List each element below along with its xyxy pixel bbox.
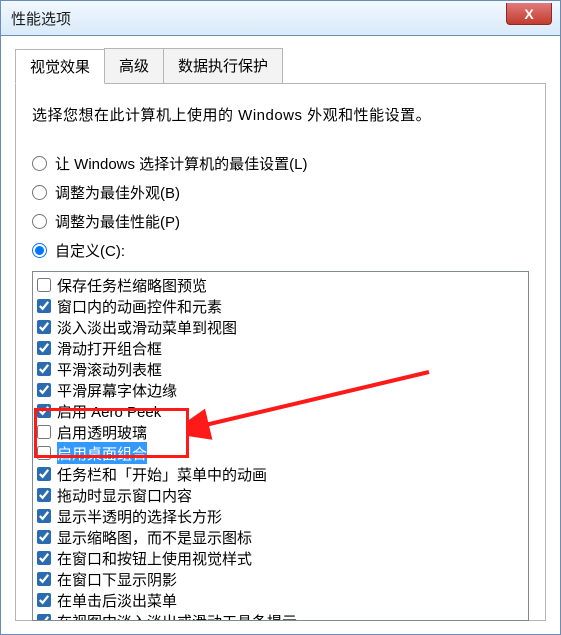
list-checkbox[interactable]	[37, 383, 51, 397]
list-item-label: 任务栏和「开始」菜单中的动画	[57, 463, 267, 485]
list-item[interactable]: 窗口内的动画控件和元素	[37, 295, 526, 316]
list-item[interactable]: 显示半透明的选择长方形	[37, 505, 526, 526]
list-item[interactable]: 淡入淡出或滑动菜单到视图	[37, 316, 526, 337]
titlebar: 性能选项 X	[0, 0, 561, 36]
list-checkbox[interactable]	[37, 446, 51, 460]
list-checkbox[interactable]	[37, 551, 51, 565]
client-area: 视觉效果 高级 数据执行保护 选择您想在此计算机上使用的 Windows 外观和…	[0, 36, 561, 635]
tab-label: 数据执行保护	[178, 58, 268, 75]
radio-best-performance[interactable]: 调整为最佳性能(P)	[32, 211, 529, 232]
list-item-label: 在视图中淡入淡出或滑动工具条提示	[57, 610, 297, 622]
list-item-label: 显示半透明的选择长方形	[57, 505, 222, 527]
list-item[interactable]: 在视图中淡入淡出或滑动工具条提示	[37, 610, 526, 621]
tab-content: 选择您想在此计算机上使用的 Windows 外观和性能设置。 让 Windows…	[15, 84, 546, 621]
window-title: 性能选项	[11, 8, 71, 29]
list-item-label: 保存任务栏缩略图预览	[57, 274, 207, 296]
list-item[interactable]: 启用 Aero Peek	[37, 400, 526, 421]
radio-best-appearance[interactable]: 调整为最佳外观(B)	[32, 182, 529, 203]
list-checkbox[interactable]	[37, 278, 51, 292]
list-item[interactable]: 滑动打开组合框	[37, 337, 526, 358]
list-checkbox[interactable]	[37, 530, 51, 544]
list-item[interactable]: 保存任务栏缩略图预览	[37, 274, 526, 295]
tab-advanced[interactable]: 高级	[104, 48, 164, 83]
list-item[interactable]: 显示缩略图，而不是显示图标	[37, 526, 526, 547]
list-checkbox[interactable]	[37, 320, 51, 334]
radio-input[interactable]	[32, 185, 47, 200]
tab-dep[interactable]: 数据执行保护	[163, 48, 283, 83]
tabstrip: 视觉效果 高级 数据执行保护	[15, 48, 546, 84]
list-item[interactable]: 平滑屏幕字体边缘	[37, 379, 526, 400]
radio-input[interactable]	[32, 156, 47, 171]
tab-visual-effects[interactable]: 视觉效果	[15, 49, 105, 84]
radio-label: 自定义(C):	[55, 240, 125, 261]
list-item-label: 在窗口和按钮上使用视觉样式	[57, 547, 252, 569]
list-item-label: 在窗口下显示阴影	[57, 568, 177, 590]
tab-label: 高级	[119, 58, 149, 75]
performance-options-window: 性能选项 X 视觉效果 高级 数据执行保护 选择您想在此计算机上使用的 Wind…	[0, 0, 561, 635]
list-item[interactable]: 拖动时显示窗口内容	[37, 484, 526, 505]
list-item-label: 启用桌面组合	[57, 442, 147, 464]
list-item-label: 平滑屏幕字体边缘	[57, 379, 177, 401]
radio-custom[interactable]: 自定义(C):	[32, 240, 529, 261]
list-checkbox[interactable]	[37, 299, 51, 313]
list-item-label: 在单击后淡出菜单	[57, 589, 177, 611]
list-checkbox[interactable]	[37, 362, 51, 376]
list-checkbox[interactable]	[37, 509, 51, 523]
list-item-label: 窗口内的动画控件和元素	[57, 295, 222, 317]
radio-group: 让 Windows 选择计算机的最佳设置(L) 调整为最佳外观(B) 调整为最佳…	[32, 153, 529, 261]
radio-let-windows[interactable]: 让 Windows 选择计算机的最佳设置(L)	[32, 153, 529, 174]
list-checkbox[interactable]	[37, 614, 51, 622]
list-checkbox[interactable]	[37, 404, 51, 418]
list-item[interactable]: 在窗口下显示阴影	[37, 568, 526, 589]
radio-label: 调整为最佳性能(P)	[55, 211, 180, 232]
radio-label: 让 Windows 选择计算机的最佳设置(L)	[55, 153, 308, 174]
radio-input[interactable]	[32, 243, 47, 258]
list-item-label: 滑动打开组合框	[57, 337, 162, 359]
list-item[interactable]: 在单击后淡出菜单	[37, 589, 526, 610]
list-item[interactable]: 任务栏和「开始」菜单中的动画	[37, 463, 526, 484]
list-checkbox[interactable]	[37, 425, 51, 439]
tab-label: 视觉效果	[30, 59, 90, 76]
list-item-label: 淡入淡出或滑动菜单到视图	[57, 316, 237, 338]
visual-effects-list[interactable]: 保存任务栏缩略图预览窗口内的动画控件和元素淡入淡出或滑动菜单到视图滑动打开组合框…	[32, 271, 529, 621]
list-item-label: 平滑滚动列表框	[57, 358, 162, 380]
list-checkbox[interactable]	[37, 488, 51, 502]
intro-text: 选择您想在此计算机上使用的 Windows 外观和性能设置。	[32, 104, 529, 125]
list-checkbox[interactable]	[37, 341, 51, 355]
list-item[interactable]: 在窗口和按钮上使用视觉样式	[37, 547, 526, 568]
close-button[interactable]: X	[506, 3, 552, 25]
list-checkbox[interactable]	[37, 572, 51, 586]
list-checkbox[interactable]	[37, 593, 51, 607]
list-item-label: 显示缩略图，而不是显示图标	[57, 526, 252, 548]
radio-input[interactable]	[32, 214, 47, 229]
list-item[interactable]: 启用桌面组合	[37, 442, 526, 463]
close-icon: X	[524, 6, 533, 22]
list-item-label: 拖动时显示窗口内容	[57, 484, 192, 506]
list-item[interactable]: 启用透明玻璃	[37, 421, 526, 442]
list-item-label: 启用透明玻璃	[57, 421, 147, 443]
radio-label: 调整为最佳外观(B)	[55, 182, 180, 203]
list-item[interactable]: 平滑滚动列表框	[37, 358, 526, 379]
list-item-label: 启用 Aero Peek	[57, 400, 161, 422]
list-checkbox[interactable]	[37, 467, 51, 481]
